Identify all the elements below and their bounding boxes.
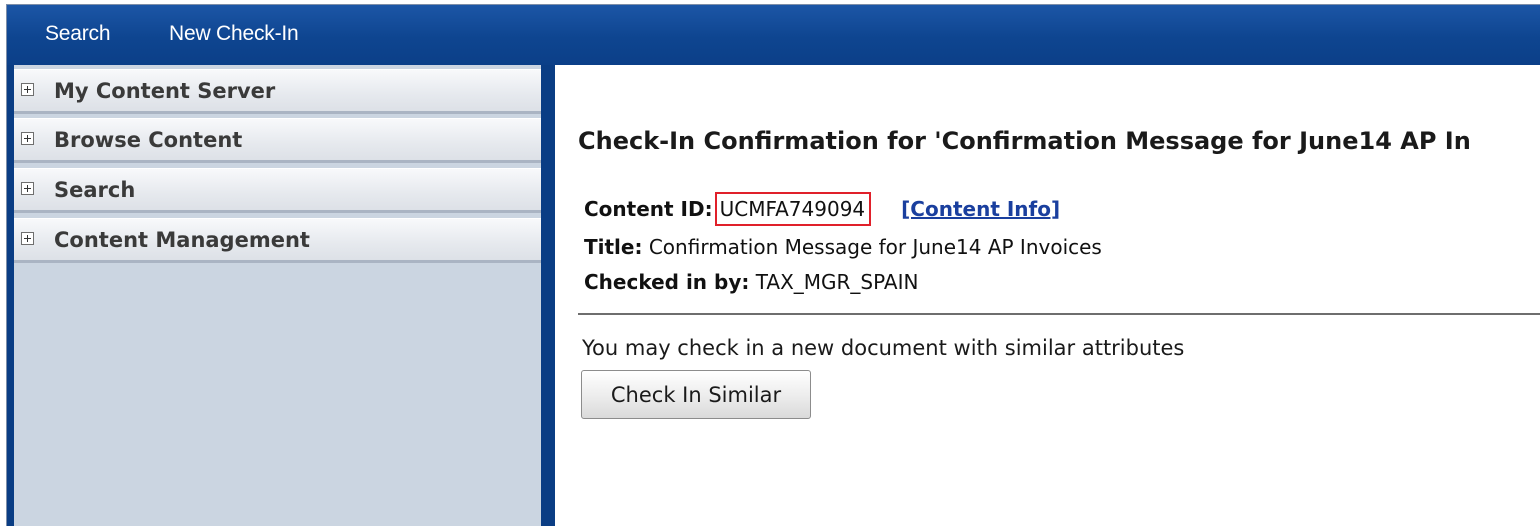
page-title: Check-In Confirmation for 'Confirmation … [578, 127, 1471, 155]
main-content: Check-In Confirmation for 'Confirmation … [555, 65, 1540, 526]
sidebar-item-label: My Content Server [54, 79, 276, 103]
title-label: Title: [584, 235, 643, 259]
checked-in-by-value: TAX_MGR_SPAIN [755, 270, 919, 294]
check-in-similar-button[interactable]: Check In Similar [581, 370, 811, 419]
title-value: Confirmation Message for June14 AP Invoi… [648, 235, 1102, 259]
sidebar-item-label: Content Management [54, 228, 310, 252]
checked-in-by-row: Checked in by: TAX_MGR_SPAIN [584, 270, 918, 294]
top-navigation-bar: Search New Check-In [7, 5, 1540, 65]
content-info-link[interactable]: [Content Info] [901, 197, 1060, 221]
title-row: Title: Confirmation Message for June14 A… [584, 235, 1102, 259]
content-id-row: Content ID: UCMFA749094 [Content Info] [584, 192, 1060, 226]
section-divider [578, 313, 1540, 315]
expand-plus-icon[interactable] [21, 232, 34, 245]
expand-plus-icon[interactable] [21, 132, 34, 145]
sidebar-item-label: Browse Content [54, 128, 243, 152]
sidebar-item-my-content-server[interactable]: My Content Server [14, 69, 541, 114]
sidebar-item-search[interactable]: Search [14, 168, 541, 213]
app-frame: Search New Check-In My Content Server Br… [6, 4, 1540, 526]
topnav-new-checkin-link[interactable]: New Check-In [169, 22, 299, 46]
topnav-search-link[interactable]: Search [45, 22, 111, 46]
similar-attributes-text: You may check in a new document with sim… [582, 336, 1185, 360]
expand-plus-icon[interactable] [21, 182, 34, 195]
content-id-label: Content ID: [584, 197, 713, 221]
sidebar-item-content-management[interactable]: Content Management [14, 218, 541, 263]
sidebar-item-label: Search [54, 178, 136, 202]
sidebar-item-browse-content[interactable]: Browse Content [14, 118, 541, 163]
sidebar: My Content Server Browse Content Search … [14, 65, 541, 526]
expand-plus-icon[interactable] [21, 83, 34, 96]
content-id-value: UCMFA749094 [714, 192, 872, 226]
checked-in-by-label: Checked in by: [584, 270, 750, 294]
